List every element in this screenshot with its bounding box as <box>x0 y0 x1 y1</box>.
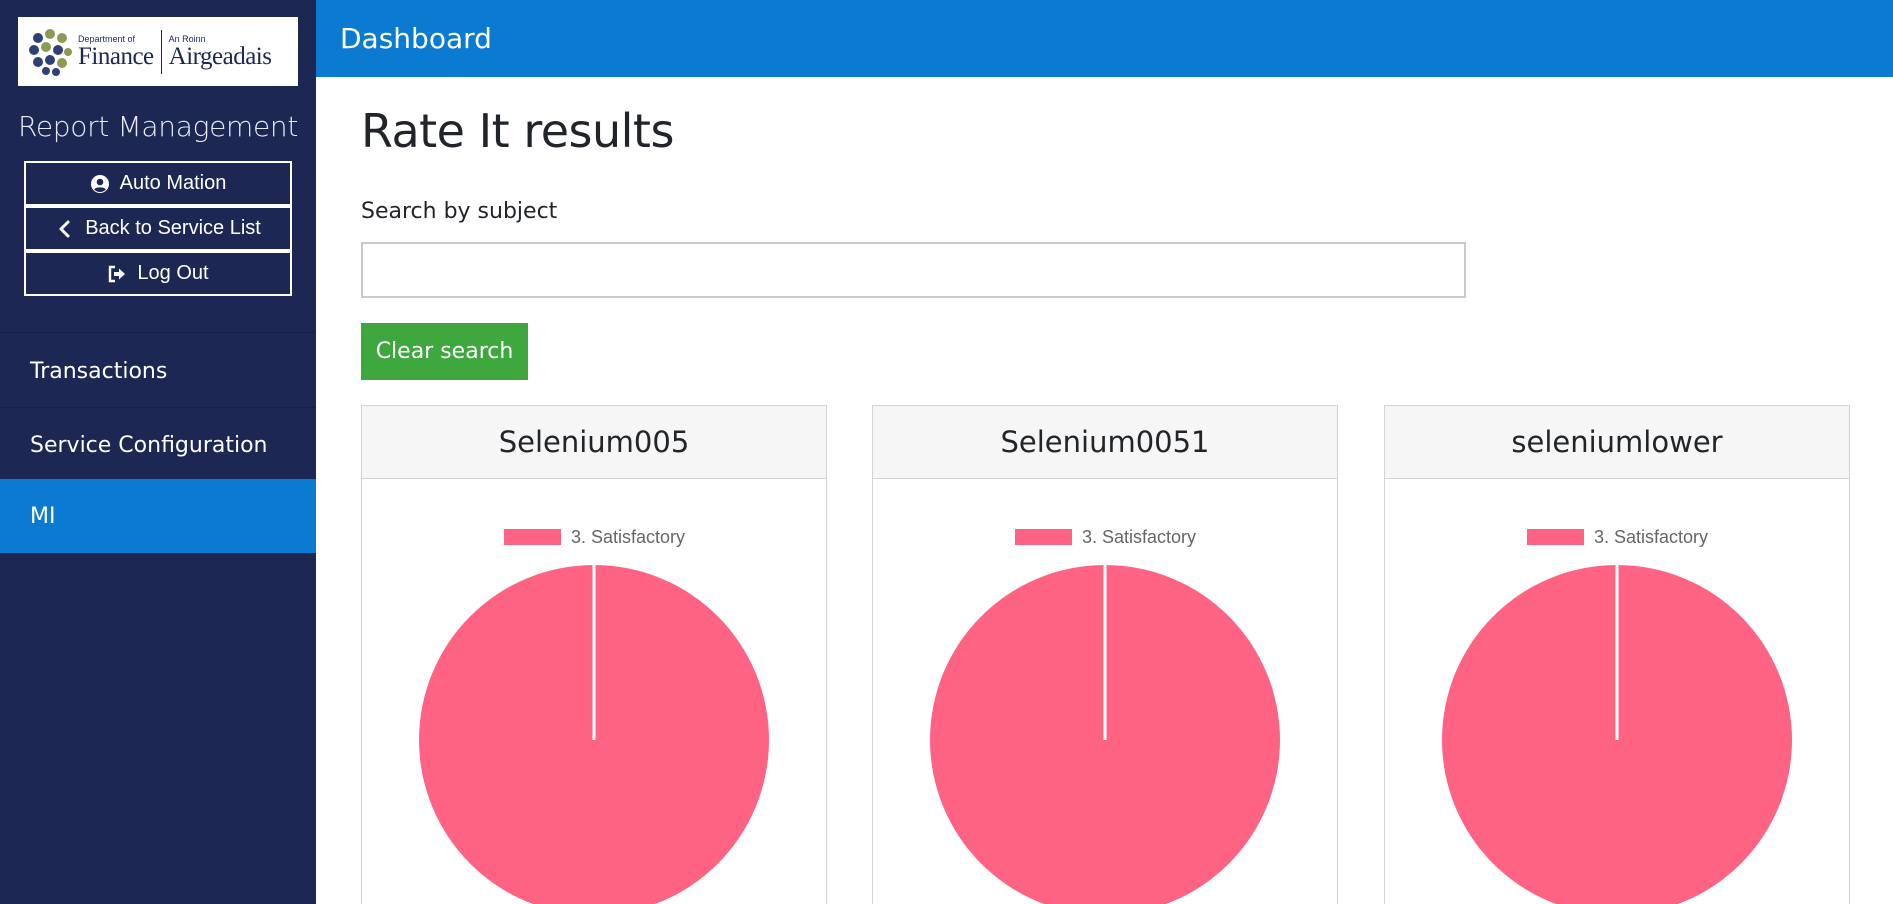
sign-out-icon <box>109 265 126 282</box>
chevron-left-icon <box>59 220 70 237</box>
pie-chart: 3. Satisfactory <box>419 527 769 904</box>
legend-label: 3. Satisfactory <box>1594 527 1708 547</box>
top-header-bar: Dashboard <box>316 0 1893 77</box>
nav-item-label: MI <box>30 503 56 529</box>
nav-item-label: Transactions <box>30 358 168 384</box>
log-out-button[interactable]: Log Out <box>24 251 292 296</box>
logo-line1-small: Department of <box>78 33 136 44</box>
report-management-title: Report Management <box>17 110 299 143</box>
pie-chart: 3. Satisfactory <box>1442 527 1792 904</box>
header-title: Dashboard <box>340 22 492 55</box>
back-to-service-list-button[interactable]: Back to Service List <box>24 206 292 251</box>
back-to-service-list-label: Back to Service List <box>85 217 261 239</box>
page-title: Rate It results <box>361 104 674 158</box>
chart-card: seleniumlower 3. Satisfactory <box>1384 405 1850 904</box>
search-label: Search by subject <box>361 199 558 224</box>
chart-card-title: Selenium0051 <box>873 406 1337 479</box>
log-out-label: Log Out <box>137 262 209 284</box>
logo-line2-small: An Roinn <box>168 33 206 44</box>
legend-label: 3. Satisfactory <box>1082 527 1196 547</box>
nav-item-service-configuration[interactable]: Service Configuration <box>0 408 316 482</box>
user-account-label: Auto Mation <box>119 172 227 194</box>
pie-chart: 3. Satisfactory <box>930 527 1280 904</box>
department-logo: Department of Finance An Roinn Airgeadai… <box>18 17 298 86</box>
chart-card: Selenium005 3. Satisfactory <box>361 405 827 904</box>
logo-line1-big: Finance <box>78 42 154 70</box>
chart-card-title: seleniumlower <box>1385 406 1849 479</box>
nav-item-mi[interactable]: MI <box>0 479 316 553</box>
chart-card-title: Selenium005 <box>362 406 826 479</box>
sidebar: Department of Finance An Roinn Airgeadai… <box>0 0 316 904</box>
legend-swatch[interactable] <box>1527 529 1584 545</box>
nav-item-transactions[interactable]: Transactions <box>0 334 316 408</box>
legend-swatch[interactable] <box>1015 529 1072 545</box>
logo-divider <box>160 29 162 74</box>
hexagon-cluster-icon <box>29 28 72 76</box>
nav-item-label: Service Configuration <box>30 432 268 458</box>
logo-line2-big: Airgeadais <box>168 42 272 70</box>
clear-search-button[interactable]: Clear search <box>361 323 528 380</box>
legend-swatch[interactable] <box>504 529 561 545</box>
user-circle-icon <box>90 174 109 193</box>
legend-label: 3. Satisfactory <box>571 527 685 547</box>
search-input[interactable] <box>361 242 1466 298</box>
user-account-button[interactable]: Auto Mation <box>24 161 292 206</box>
chart-card: Selenium0051 3. Satisfactory <box>872 405 1338 904</box>
nav-divider <box>0 332 316 333</box>
